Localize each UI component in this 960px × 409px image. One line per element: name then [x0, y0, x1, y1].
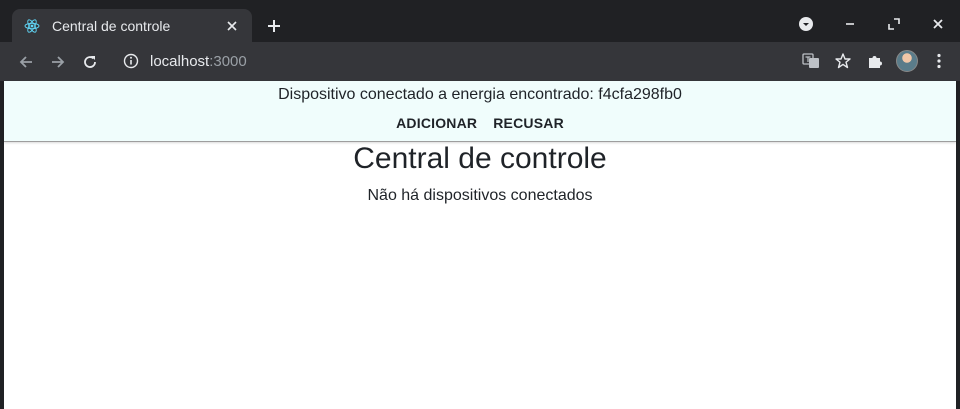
menu-icon[interactable]	[926, 48, 952, 74]
info-icon[interactable]	[122, 52, 140, 70]
page-title: Central de controle	[353, 142, 607, 175]
url-port: :3000	[209, 52, 247, 70]
close-window-button[interactable]	[916, 10, 960, 38]
device-found-snackbar: Dispositivo conectado a energia encontra…	[4, 81, 956, 142]
browser-window: Central de controle localhost:3000 Dispo…	[0, 0, 960, 409]
avatar	[896, 50, 918, 72]
tab-search-button[interactable]	[784, 10, 828, 38]
react-logo-icon	[24, 18, 40, 34]
browser-toolbar: localhost:3000	[0, 42, 960, 81]
bookmark-star-icon[interactable]	[830, 48, 856, 74]
tab-strip: Central de controle	[0, 0, 960, 42]
tab-title: Central de controle	[52, 17, 171, 34]
window-controls	[784, 10, 960, 38]
toolbar-right	[798, 48, 952, 74]
empty-state-message: Não há dispositivos conectados	[367, 187, 593, 204]
minimize-button[interactable]	[828, 10, 872, 38]
url-text: localhost:3000	[150, 53, 247, 70]
forward-button[interactable]	[44, 48, 72, 76]
url-host: localhost	[150, 52, 210, 70]
new-tab-button[interactable]	[262, 14, 286, 38]
browser-tab[interactable]: Central de controle	[12, 9, 252, 42]
reject-button[interactable]: RECUSAR	[493, 115, 564, 131]
maximize-button[interactable]	[872, 10, 916, 38]
add-button[interactable]: ADICIONAR	[396, 115, 477, 131]
extensions-icon[interactable]	[862, 48, 888, 74]
address-bar[interactable]: localhost:3000	[110, 46, 850, 76]
snackbar-message: Dispositivo conectado a energia encontra…	[278, 86, 682, 103]
reload-button[interactable]	[76, 48, 104, 76]
close-icon[interactable]	[222, 16, 242, 36]
profile-avatar[interactable]	[894, 48, 920, 74]
snackbar-actions: ADICIONAR RECUSAR	[4, 115, 956, 131]
page-content: Dispositivo conectado a energia encontra…	[4, 81, 956, 409]
back-button[interactable]	[12, 48, 40, 76]
translate-icon[interactable]	[798, 48, 824, 74]
